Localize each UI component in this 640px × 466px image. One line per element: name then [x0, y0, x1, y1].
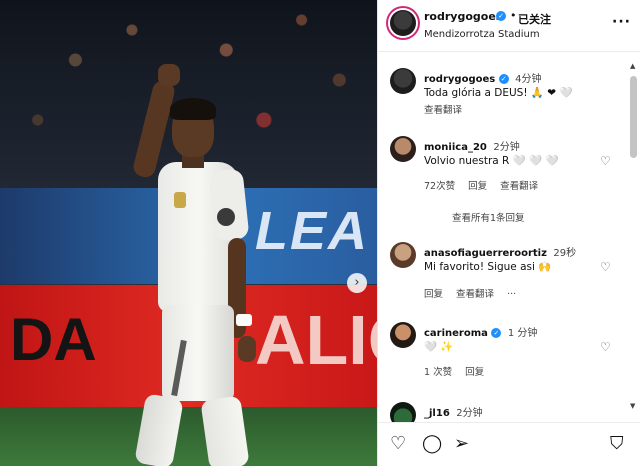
sponsor-logo — [217, 208, 235, 226]
verified-icon: ✓ — [496, 11, 506, 21]
scrollbar-thumb[interactable] — [630, 76, 637, 158]
more-options-icon[interactable]: ··· — [507, 289, 516, 300]
caption-header: rodrygogoes ✓ 4分钟 — [424, 70, 542, 85]
comment-text: Mi favorito! Sigue asi 🙌 — [424, 261, 552, 273]
separator-dot: • — [510, 9, 517, 22]
likes-count[interactable]: 1 次赞 — [424, 367, 452, 378]
caption-actions: 查看翻译 — [424, 102, 472, 116]
comment-time: 1 分钟 — [507, 328, 538, 339]
post-header: rodrygogoes ✓ • 已关注 Mendizorrotza Stadiu… — [378, 0, 640, 52]
comment-actions: 回复 查看翻译 ··· — [424, 286, 526, 300]
comment-header: _jl16 2分钟 — [424, 404, 483, 419]
verified-icon: ✓ — [498, 74, 509, 84]
bookmark-icon[interactable]: ⛉ — [610, 433, 624, 454]
avatar[interactable] — [390, 10, 416, 36]
avatar[interactable] — [390, 136, 416, 162]
avatar[interactable] — [390, 322, 416, 348]
heart-icon[interactable]: ♡ — [600, 260, 611, 274]
pitch — [0, 407, 377, 466]
reply-button[interactable]: 回复 — [424, 289, 443, 300]
caption-username[interactable]: rodrygogoes — [424, 74, 495, 85]
comment-time: 29秒 — [553, 248, 577, 259]
header-username[interactable]: rodrygogoes — [424, 10, 502, 23]
comment-header: carineroma ✓ 1 分钟 — [424, 324, 537, 339]
avatar[interactable] — [390, 68, 416, 94]
scroll-up-icon[interactable]: ▲ — [630, 62, 635, 70]
comment-username[interactable]: anasofiaguerreroortiz — [424, 248, 547, 259]
comment-time: 2分钟 — [456, 408, 483, 419]
avatar[interactable] — [390, 402, 416, 422]
comment-text: 🤍 ✨ — [424, 341, 454, 353]
board-red-left-text: DA — [10, 306, 97, 373]
view-replies-link[interactable]: 查看所有1条回复 — [452, 210, 525, 224]
caption-time: 4分钟 — [515, 74, 542, 85]
comment-icon[interactable]: ◯ — [422, 433, 442, 454]
player-fist — [158, 64, 180, 86]
scroll-down-icon[interactable]: ▼ — [630, 402, 635, 410]
comment-username[interactable]: carineroma — [424, 328, 488, 339]
scrollbar[interactable]: ▲ ▼ — [630, 62, 637, 412]
translate-link[interactable]: 查看翻译 — [424, 105, 462, 116]
player-hair — [170, 98, 216, 120]
comment-header: moniica_20 2分钟 — [424, 138, 520, 153]
more-options-icon[interactable]: ··· — [612, 14, 631, 30]
post-side-panel: rodrygogoes ✓ • 已关注 Mendizorrotza Stadiu… — [377, 0, 640, 466]
comment-time: 2分钟 — [493, 142, 520, 153]
heart-icon[interactable]: ♡ — [600, 154, 611, 168]
comment-actions: 72次赞 回复 查看翻译 — [424, 178, 548, 192]
avatar[interactable] — [390, 242, 416, 268]
reply-button[interactable]: 回复 — [468, 181, 487, 192]
post-photo[interactable]: LEA DA ALIC › — [0, 0, 377, 466]
comment-actions: 1 次赞 回复 — [424, 364, 494, 378]
heart-icon[interactable]: ♡ — [600, 340, 611, 354]
player-wristband — [236, 314, 252, 326]
verified-icon: ✓ — [491, 328, 502, 338]
post-action-bar: ♡ ◯ ➢ ⛉ — [378, 422, 640, 466]
comments-list[interactable]: rodrygogoes ✓ 4分钟 Toda glória a DEUS! 🙏 … — [378, 52, 640, 422]
player-hand — [238, 336, 256, 362]
translate-link[interactable]: 查看翻译 — [500, 181, 538, 192]
likes-count[interactable]: 72次赞 — [424, 181, 455, 192]
board-blue-text: LEA — [255, 201, 369, 261]
chevron-right-icon[interactable]: › — [347, 273, 367, 293]
caption-text: Toda glória a DEUS! 🙏 ❤ 🤍 — [424, 87, 573, 99]
comment-text: Volvio nuestra R 🤍 🤍 🤍 — [424, 155, 559, 167]
comment-username[interactable]: _jl16 — [424, 408, 450, 419]
player-sleeve — [208, 168, 250, 242]
club-badge — [174, 192, 186, 208]
comment-header: anasofiaguerreroortiz 29秒 — [424, 244, 576, 259]
comment-username[interactable]: moniica_20 — [424, 142, 487, 153]
share-icon[interactable]: ➢ — [454, 433, 469, 454]
reply-button[interactable]: 回复 — [465, 367, 484, 378]
follow-button[interactable]: 已关注 — [518, 11, 551, 27]
location-link[interactable]: Mendizorrotza Stadium — [424, 29, 540, 40]
heart-icon[interactable]: ♡ — [390, 433, 406, 454]
translate-link[interactable]: 查看翻译 — [456, 289, 494, 300]
board-red-right-text: ALIC — [255, 301, 377, 379]
